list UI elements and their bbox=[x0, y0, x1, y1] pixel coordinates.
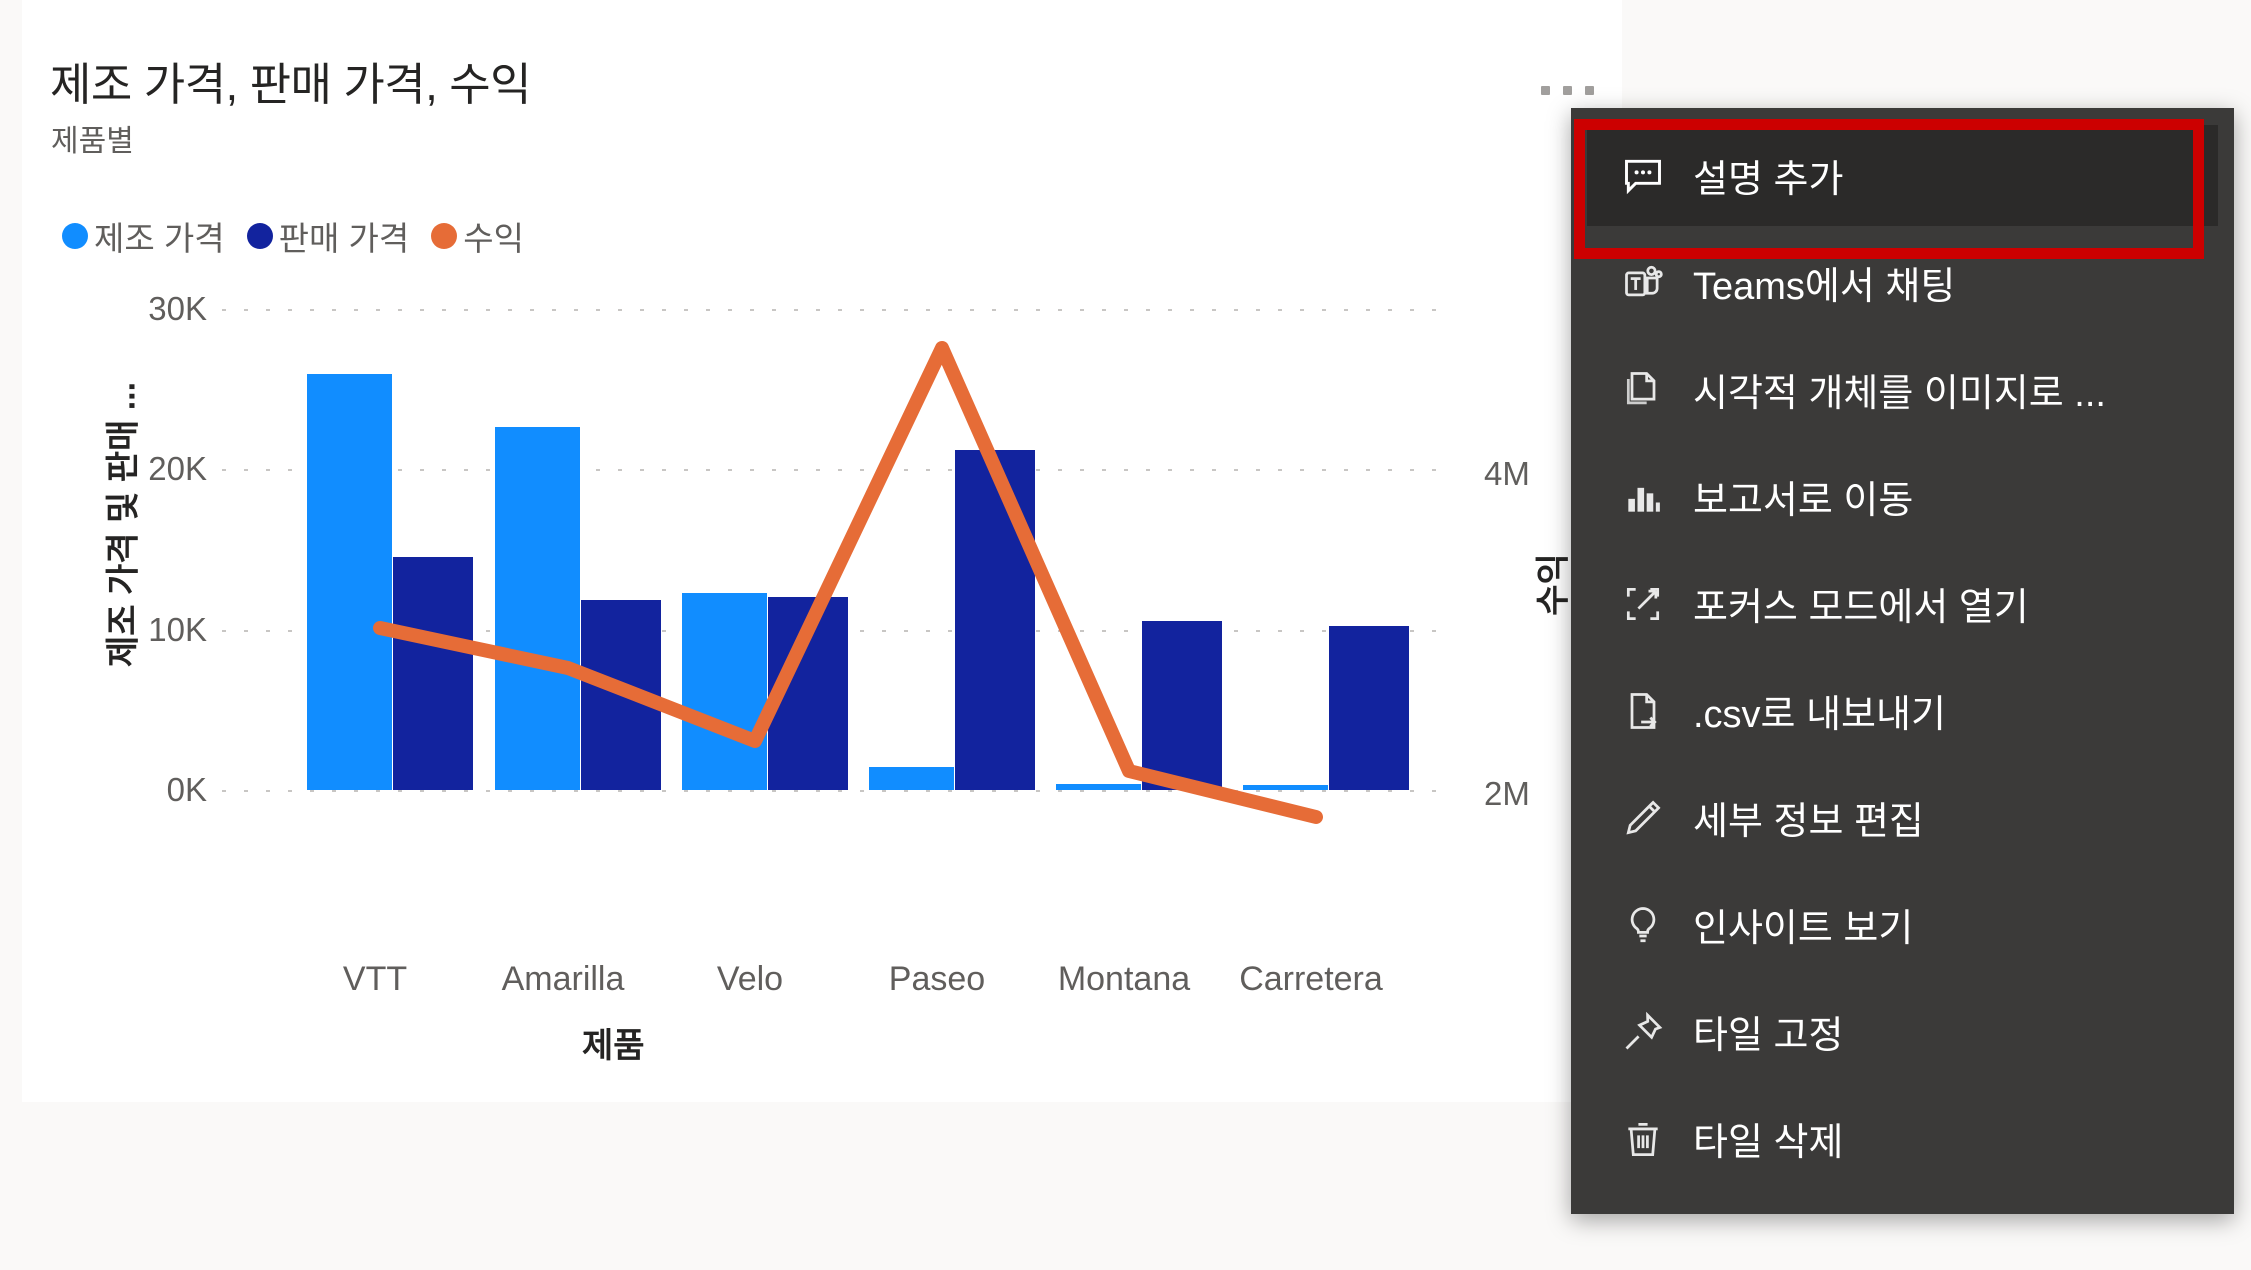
menu-item-label: 포커스 모드에서 열기 bbox=[1693, 587, 2029, 629]
legend-swatch-icon bbox=[431, 223, 458, 249]
menu-item-label: 인사이트 보기 bbox=[1693, 908, 1914, 950]
tile-subtitle: 제품별 bbox=[51, 125, 134, 158]
y-axis-title: 제조 가격 및 판매 ... bbox=[104, 381, 143, 668]
menu-item-label: 타일 고정 bbox=[1693, 1015, 1844, 1057]
menu-item-open-in-focus-mode[interactable]: 포커스 모드에서 열기 bbox=[1571, 550, 2234, 657]
y2-axis-title: 수익 bbox=[1534, 553, 1573, 616]
screen-root: 제조 가격, 판매 가격, 수익 제품별 제조 가격 판매 가격 수익 30K … bbox=[0, 0, 2251, 1270]
profit-line-path bbox=[373, 341, 1323, 824]
pin-icon bbox=[1619, 1008, 1667, 1056]
gridline bbox=[222, 790, 1444, 792]
bar-manufacturing-carretera[interactable] bbox=[1243, 785, 1328, 790]
menu-item-label: 세부 정보 편집 bbox=[1693, 801, 1924, 843]
trash-icon bbox=[1619, 1115, 1667, 1163]
menu-item-view-insights[interactable]: 인사이트 보기 bbox=[1571, 871, 2234, 978]
export-file-icon bbox=[1619, 687, 1667, 735]
copy-icon bbox=[1619, 366, 1667, 414]
bar-manufacturing-montana[interactable] bbox=[1056, 784, 1141, 790]
pencil-icon bbox=[1619, 794, 1667, 842]
bar-sale-montana[interactable] bbox=[1142, 621, 1222, 790]
bar-manufacturing-paseo[interactable] bbox=[869, 767, 954, 790]
bar-sale-velo[interactable] bbox=[768, 597, 848, 790]
bar-chart-icon bbox=[1619, 473, 1667, 521]
lightbulb-icon bbox=[1619, 901, 1667, 949]
profit-line-series bbox=[373, 341, 1323, 824]
gridline bbox=[222, 309, 1444, 311]
y-axis-tick: 20K bbox=[148, 450, 207, 487]
menu-item-add-comment[interactable]: 설명 추가 bbox=[1587, 125, 2218, 226]
menu-item-label: .csv로 내보내기 bbox=[1693, 694, 1946, 736]
y-axis-tick: 10K bbox=[148, 611, 207, 648]
menu-item-edit-details[interactable]: 세부 정보 편집 bbox=[1571, 764, 2234, 871]
y2-axis-tick: 2M bbox=[1484, 775, 1530, 812]
menu-item-chat-in-teams[interactable]: Teams에서 채팅 bbox=[1571, 229, 2234, 336]
x-axis-title: 제품 bbox=[582, 1027, 645, 1065]
legend-label: 제조 가격 bbox=[94, 220, 225, 257]
gridline bbox=[222, 469, 1444, 471]
x-axis-label-velo: Velo bbox=[716, 960, 784, 998]
teams-icon bbox=[1619, 259, 1667, 307]
bar-sale-amarilla[interactable] bbox=[581, 600, 661, 790]
ellipsis-dot bbox=[1584, 85, 1594, 95]
menu-item-export-to-csv[interactable]: .csv로 내보내기 bbox=[1571, 657, 2234, 764]
legend-swatch-icon bbox=[62, 223, 88, 249]
focus-mode-icon bbox=[1619, 580, 1667, 628]
comment-icon bbox=[1619, 152, 1667, 200]
more-options-icon[interactable] bbox=[1527, 70, 1607, 110]
x-axis-label-montana: Montana bbox=[1057, 960, 1191, 998]
legend-item-sale-price[interactable]: 판매 가격 bbox=[246, 212, 410, 260]
bar-sale-vtt[interactable] bbox=[393, 557, 473, 790]
bar-sale-carretera[interactable] bbox=[1329, 626, 1409, 790]
bar-manufacturing-amarilla[interactable] bbox=[495, 427, 580, 790]
legend-item-manufacturing-price[interactable]: 제조 가격 bbox=[62, 212, 225, 260]
legend-label: 판매 가격 bbox=[278, 220, 410, 257]
x-axis-label-vtt: VTT bbox=[342, 960, 408, 998]
ellipsis-dot bbox=[1540, 85, 1550, 95]
gridline bbox=[222, 630, 1444, 632]
dashboard-tile[interactable]: 제조 가격, 판매 가격, 수익 제품별 제조 가격 판매 가격 수익 30K … bbox=[22, 0, 1622, 1102]
menu-item-delete-tile[interactable]: 타일 삭제 bbox=[1571, 1085, 2234, 1192]
menu-item-go-to-report[interactable]: 보고서로 이동 bbox=[1571, 443, 2234, 550]
y-axis-tick: 30K bbox=[148, 290, 207, 327]
bar-sale-paseo[interactable] bbox=[955, 450, 1035, 790]
x-axis-label-paseo: Paseo bbox=[888, 960, 986, 998]
legend-swatch-icon bbox=[246, 223, 273, 249]
menu-item-label: 보고서로 이동 bbox=[1693, 480, 1914, 522]
menu-item-label: Teams에서 채팅 bbox=[1693, 266, 1956, 308]
y2-axis-tick: 4M bbox=[1484, 455, 1530, 492]
x-axis-label-amarilla: Amarilla bbox=[501, 960, 625, 998]
menu-item-copy-visual-as-image[interactable]: 시각적 개체를 이미지로 ... bbox=[1571, 336, 2234, 443]
menu-item-label: 설명 추가 bbox=[1693, 159, 1844, 201]
menu-item-label: 시각적 개체를 이미지로 ... bbox=[1693, 373, 2106, 415]
legend-item-profit[interactable]: 수익 bbox=[431, 212, 524, 260]
x-axis-label-carretera: Carretera bbox=[1239, 960, 1383, 998]
menu-item-pin-tile[interactable]: 타일 고정 bbox=[1571, 978, 2234, 1085]
bar-manufacturing-velo[interactable] bbox=[682, 593, 767, 790]
chart-legend: 제조 가격 판매 가격 수익 bbox=[62, 212, 524, 260]
menu-item-label: 타일 삭제 bbox=[1693, 1122, 1844, 1164]
tile-context-menu[interactable]: 설명 추가 Teams에서 채팅 시각적 개체를 이미지로 ... 보고서로 이… bbox=[1571, 108, 2234, 1214]
bar-manufacturing-vtt[interactable] bbox=[307, 374, 392, 790]
combo-chart[interactable]: 30K 20K 10K 0K 4M 2M 제조 가격 및 판매 ... 수익 제… bbox=[22, 0, 1622, 1102]
ellipsis-dot bbox=[1562, 85, 1572, 95]
page-title: 제조 가격, 판매 가격, 수익 bbox=[50, 59, 532, 110]
legend-label: 수익 bbox=[463, 220, 524, 257]
y-axis-tick: 0K bbox=[166, 771, 207, 808]
